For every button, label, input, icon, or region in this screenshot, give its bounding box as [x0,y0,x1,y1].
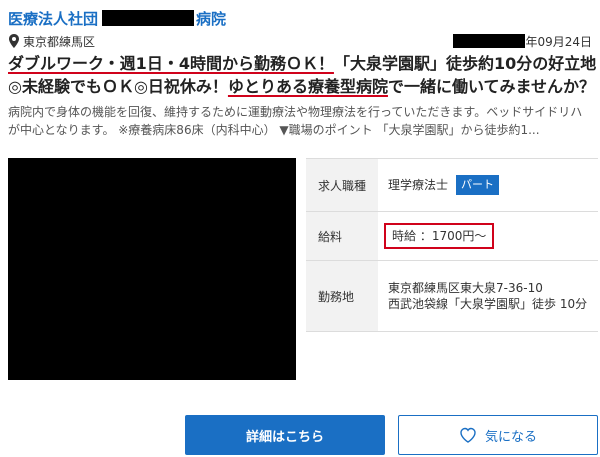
org-prefix[interactable]: 医療法人社団 [8,8,98,29]
favorite-label: 気になる [484,428,537,444]
org-name-link[interactable]: 医療法人社団 病院 [8,7,226,29]
info-row-salary: 給料 時給 ：1700円〜 [306,212,598,261]
job-title[interactable]: ダブルワーク・週1日・4時間から勤務ＯＫ！「大泉学園駅」徒歩約10分の好立地◎未… [8,52,598,98]
location-label: 勤務地 [306,261,378,331]
org-suffix[interactable]: 病院 [196,8,226,29]
redacted-year [453,34,526,48]
location-text: 東京都練馬区 [23,34,96,49]
location-row: 東京都練馬区 [8,32,95,50]
title-highlight-1: ダブルワーク・週1日・4時間から勤務ＯＫ！ [8,54,334,73]
salary-label: 給料 [306,212,378,260]
posting-date: 年09月24日 [453,32,592,50]
location-access: 西武池袋線「大泉学園駅」徒歩 10分 [388,297,588,311]
job-value: 理学療法士 [388,178,449,192]
job-value-cell: 理学療法士 パート [378,159,598,211]
detail-button[interactable]: 詳細はこちら [185,415,385,455]
job-description: 病院内で身体の機能を回復、維持するために運動療法や物理療法を行っていただきます。… [8,105,583,137]
heart-icon [460,427,476,443]
salary-value: 時給 ：1700円〜 [384,223,495,249]
map-pin-icon [9,34,19,48]
favorite-button[interactable]: 気になる [398,415,598,455]
info-row-location: 勤務地 東京都練馬区東大泉7-36-10 西武池袋線「大泉学園駅」徒歩 10分 [306,261,598,332]
title-highlight-2: ゆとりある療養型病院 [227,77,388,96]
job-image [8,158,296,380]
location-value-cell: 東京都練馬区東大泉7-36-10 西武池袋線「大泉学園駅」徒歩 10分 [378,261,598,331]
redacted-org-name [102,10,195,26]
employment-type-badge: パート [456,175,500,195]
title-text-4: で一緒に働いてみませんか？ [387,77,595,96]
date-text: 年09月24日 [525,34,592,49]
salary-value-cell: 時給 ：1700円〜 [378,212,598,260]
location-address: 東京都練馬区東大泉7-36-10 [388,281,543,295]
job-label: 求人職種 [306,159,378,211]
info-row-job: 求人職種 理学療法士 パート [306,159,598,212]
job-info-table: 求人職種 理学療法士 パート 給料 時給 ：1700円〜 勤務地 東京都練馬区東… [306,158,598,381]
